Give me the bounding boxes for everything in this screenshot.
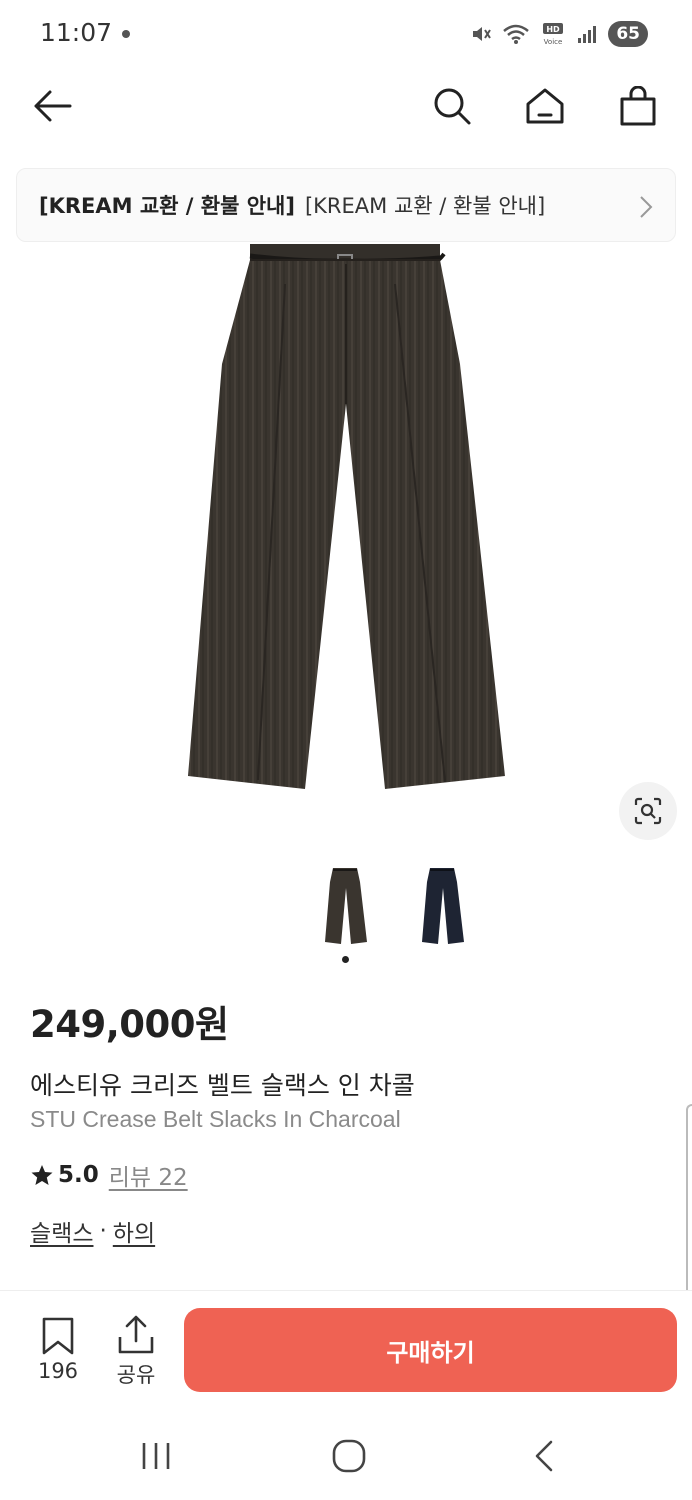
chevron-right-icon xyxy=(640,196,653,218)
cart-button[interactable] xyxy=(616,84,660,128)
home-button[interactable] xyxy=(523,84,567,128)
bookmark-icon xyxy=(42,1317,74,1355)
svg-text:Voice: Voice xyxy=(544,38,563,46)
home-button-icon xyxy=(332,1439,366,1473)
rating-value: 5.0 xyxy=(58,1162,99,1188)
bottom-action-bar: 196 공유 구매하기 xyxy=(0,1290,692,1406)
rating-row: 5.0 리뷰 22 xyxy=(30,1158,188,1192)
recent-apps-icon xyxy=(142,1443,170,1469)
category-breadcrumb: 슬랙스 · 하의 xyxy=(30,1214,155,1248)
mute-icon xyxy=(473,27,492,41)
hd-voice-icon: HD Voice xyxy=(543,23,564,46)
recent-apps-button[interactable] xyxy=(134,1436,178,1476)
notice-text: [KREAM 교환 / 환불 안내] xyxy=(304,194,546,218)
product-name-korean: 에스티유 크리즈 벨트 슬랙스 인 차콜 xyxy=(30,1071,415,1100)
buy-button[interactable]: 구매하기 xyxy=(184,1308,677,1392)
image-search-button[interactable] xyxy=(619,782,677,840)
svg-text:HD: HD xyxy=(547,25,561,34)
notification-dot xyxy=(122,30,130,38)
share-button[interactable]: 공유 xyxy=(108,1315,164,1389)
share-icon xyxy=(118,1315,154,1354)
scroll-edge-indicator xyxy=(686,1104,692,1314)
lens-icon xyxy=(634,797,662,825)
search-icon xyxy=(434,88,471,125)
battery-indicator: 65 xyxy=(608,21,648,47)
back-button[interactable] xyxy=(30,84,74,128)
back-icon xyxy=(535,1440,553,1472)
category-separator: · xyxy=(99,1218,107,1244)
thumbnail-charcoal[interactable] xyxy=(311,862,381,952)
status-time: 11:07 xyxy=(40,18,113,47)
review-count-link[interactable]: 리뷰 22 xyxy=(109,1158,188,1192)
exchange-refund-notice[interactable]: [KREAM 교환 / 환불 안내] [KREAM 교환 / 환불 안내] xyxy=(16,168,676,242)
home-icon xyxy=(526,88,564,124)
notice-title: [KREAM 교환 / 환불 안내] xyxy=(39,194,295,218)
thumbnail-navy[interactable] xyxy=(406,862,476,952)
search-button[interactable] xyxy=(430,84,474,128)
back-system-button[interactable] xyxy=(522,1436,566,1476)
status-icons: HD Voice 65 xyxy=(470,20,648,48)
bookmark-count: 196 xyxy=(37,1359,79,1383)
wifi-icon xyxy=(503,24,530,44)
category-link-bottoms[interactable]: 하의 xyxy=(113,1214,155,1248)
product-price: 249,000원 xyxy=(30,1003,229,1046)
share-label: 공유 xyxy=(116,1363,156,1387)
signal-icon xyxy=(578,26,597,43)
product-name-english: STU Crease Belt Slacks In Charcoal xyxy=(30,1106,401,1132)
carousel-indicator-dot xyxy=(342,956,349,963)
status-bar: 11:07 HD Voice 65 xyxy=(0,0,692,66)
bookmark-button[interactable]: 196 xyxy=(30,1317,86,1383)
product-image[interactable] xyxy=(0,244,692,854)
top-navigation xyxy=(0,70,692,142)
home-system-button[interactable] xyxy=(327,1436,371,1476)
system-navigation-bar xyxy=(0,1410,692,1500)
back-arrow-icon xyxy=(34,90,72,122)
shopping-bag-icon xyxy=(620,86,656,126)
category-link-slacks[interactable]: 슬랙스 xyxy=(30,1214,93,1248)
star-icon xyxy=(31,1165,53,1185)
